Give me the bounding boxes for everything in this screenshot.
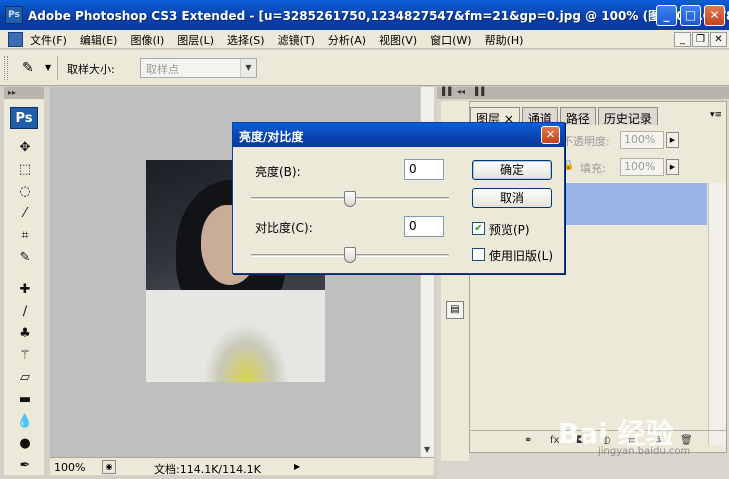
preview-label[interactable]: 预览(P) — [489, 221, 530, 238]
dock-header[interactable]: ▌▌ ◂◂ ▌▌ — [437, 87, 729, 99]
baidu-watermark: Bai 经验 jingyan.baidu.com — [558, 412, 690, 457]
link-layers-icon[interactable]: ⚭ — [524, 435, 532, 446]
window-title: Adobe Photoshop CS3 Extended - [u=328526… — [28, 9, 729, 23]
sample-size-value: 取样点 — [146, 63, 179, 76]
brightness-contrast-dialog: 亮度/对比度 ✕ 亮度(B): 0 对比度(C): 0 确定 取消 ✔ 预览(P… — [232, 122, 565, 274]
title-bar: Ps Adobe Photoshop CS3 Extended - [u=328… — [0, 0, 729, 30]
lasso-tool-icon[interactable]: ◌ — [16, 183, 34, 201]
sample-size-label: 取样大小: — [67, 63, 115, 76]
menu-image[interactable]: 图像(I) — [130, 32, 164, 48]
healing-brush-tool-icon[interactable]: ✚ — [16, 281, 34, 299]
menu-layer[interactable]: 图层(L) — [177, 32, 214, 48]
chevron-down-icon: ▼ — [240, 59, 256, 77]
menu-analysis[interactable]: 分析(A) — [328, 32, 366, 48]
fill-input[interactable]: 100% — [620, 158, 664, 176]
legacy-label[interactable]: 使用旧版(L) — [489, 247, 553, 264]
eyedropper-icon[interactable]: ✎ — [22, 60, 38, 76]
clone-stamp-tool-icon[interactable]: ♣ — [16, 325, 34, 343]
brush-tool-icon[interactable]: ∕ — [16, 303, 34, 321]
brightness-label: 亮度(B): — [255, 165, 301, 179]
panel-menu-icon[interactable]: ▾≡ — [710, 110, 722, 120]
magic-wand-tool-icon[interactable]: ⁄ — [16, 205, 34, 223]
options-separator — [57, 56, 58, 80]
crop-tool-icon[interactable]: ⌗ — [16, 227, 34, 245]
pen-tool-icon[interactable]: ✒ — [16, 457, 34, 475]
tool-preset-arrow-icon[interactable]: ▼ — [45, 63, 51, 72]
menu-edit[interactable]: 编辑(E) — [80, 32, 118, 48]
photoshop-app-icon: Ps — [5, 6, 23, 24]
menu-help[interactable]: 帮助(H) — [485, 32, 524, 48]
watermark-url: jingyan.baidu.com — [598, 446, 691, 457]
menu-view[interactable]: 视图(V) — [379, 32, 417, 48]
legacy-checkbox[interactable] — [472, 248, 485, 261]
close-button[interactable]: ✕ — [704, 5, 725, 26]
tab-history[interactable]: 历史记录 — [597, 107, 658, 126]
contrast-input[interactable]: 0 — [404, 216, 444, 237]
dialog-close-button[interactable]: ✕ — [541, 126, 560, 144]
dialog-title[interactable]: 亮度/对比度 — [233, 123, 564, 147]
navigator-icon[interactable]: ◉ — [102, 460, 116, 474]
preview-checkbox[interactable]: ✔ — [472, 222, 485, 235]
status-bar: 100% ◉ 文档:114.1K/114.1K ▶ — [50, 457, 434, 476]
opacity-arrow-icon[interactable]: ▶ — [666, 132, 679, 148]
maximize-button[interactable]: □ — [680, 5, 701, 26]
dodge-tool-icon[interactable]: ● — [16, 435, 34, 453]
layers-scrollbar[interactable] — [708, 183, 726, 445]
toolbox-header[interactable]: ▸▸ — [4, 87, 44, 99]
brightness-slider-thumb[interactable] — [344, 191, 356, 207]
fill-label: 填充: — [580, 162, 606, 175]
contrast-slider-thumb[interactable] — [344, 247, 356, 263]
options-grip[interactable] — [4, 56, 8, 80]
ps-logo[interactable]: Ps — [10, 107, 38, 129]
trash-icon[interactable]: 🗑 — [680, 435, 693, 446]
cancel-button[interactable]: 取消 — [472, 188, 552, 208]
tab-paths[interactable]: 路径 — [559, 107, 596, 126]
sample-size-select[interactable]: 取样点 ▼ — [140, 58, 257, 78]
scroll-down-icon[interactable]: ▼ — [424, 445, 430, 454]
brightness-input[interactable]: 0 — [404, 159, 444, 180]
doc-minimize-button[interactable]: _ — [674, 32, 691, 47]
zoom-level[interactable]: 100% — [54, 461, 85, 474]
toolbox: ▸▸ Ps ✥ ⬚ ◌ ⁄ ⌗ ✎ ✚ ∕ ♣ ⚚ ▱ ▬ 💧 ● ✒ — [4, 87, 44, 475]
doc-restore-button[interactable]: ❐ — [692, 32, 709, 47]
blur-tool-icon[interactable]: 💧 — [16, 413, 34, 431]
opacity-label: 不透明度: — [562, 135, 610, 148]
menu-filter[interactable]: 滤镜(T) — [278, 32, 315, 48]
doc-close-button[interactable]: ✕ — [710, 32, 727, 47]
document-icon[interactable] — [8, 32, 23, 47]
document-info: 文档:114.1K/114.1K — [154, 463, 261, 476]
options-bar: ✎ ▼ 取样大小: 取样点 ▼ — [0, 50, 729, 86]
eyedropper-tool-icon[interactable]: ✎ — [16, 249, 34, 267]
fill-arrow-icon[interactable]: ▶ — [666, 159, 679, 175]
contrast-label: 对比度(C): — [255, 221, 313, 235]
marquee-tool-icon[interactable]: ⬚ — [16, 161, 34, 179]
status-menu-arrow-icon[interactable]: ▶ — [294, 462, 300, 471]
menu-select[interactable]: 选择(S) — [227, 32, 265, 48]
move-tool-icon[interactable]: ✥ — [16, 139, 34, 157]
menu-bar: 文件(F) 编辑(E) 图像(I) 图层(L) 选择(S) 滤镜(T) 分析(A… — [0, 30, 729, 49]
info-panel-icon[interactable]: ▤ — [446, 301, 464, 319]
ok-button[interactable]: 确定 — [472, 160, 552, 180]
menu-window[interactable]: 窗口(W) — [430, 32, 471, 48]
gradient-tool-icon[interactable]: ▬ — [16, 391, 34, 409]
minimize-button[interactable]: _ — [656, 5, 677, 26]
opacity-input[interactable]: 100% — [620, 131, 664, 149]
photo-clothing — [146, 290, 325, 382]
menu-file[interactable]: 文件(F) — [30, 32, 67, 48]
history-brush-tool-icon[interactable]: ⚚ — [16, 347, 34, 365]
eraser-tool-icon[interactable]: ▱ — [16, 369, 34, 387]
